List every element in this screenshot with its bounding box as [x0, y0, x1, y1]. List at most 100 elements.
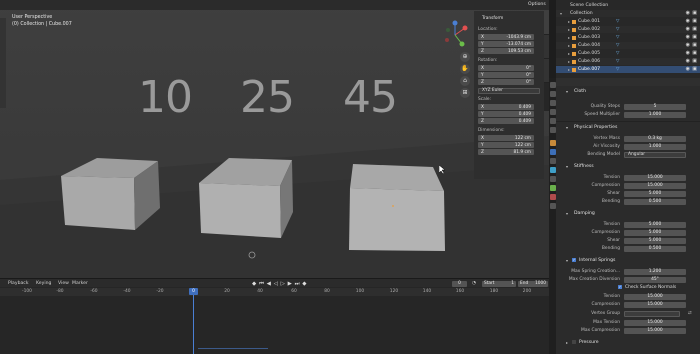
render-camera-icon[interactable]: ▣ [692, 34, 697, 40]
tab-tool[interactable] [544, 35, 549, 59]
ruler-tick: 100 [355, 289, 365, 294]
mesh-data-icon: ▽ [616, 50, 620, 56]
start-frame-field[interactable]: Start 1 [482, 280, 516, 287]
pan-hand-icon[interactable]: ✋ [460, 64, 470, 74]
render-camera-icon[interactable]: ▣ [692, 18, 697, 24]
render-camera-icon[interactable]: ▣ [692, 58, 697, 64]
bending-model-select[interactable]: Angular [624, 151, 686, 158]
rotation-mode-select[interactable]: XYZ Euler [478, 88, 540, 94]
visibility-eye-icon[interactable]: ◉ [686, 26, 690, 32]
visibility-eye-icon[interactable]: ◉ [686, 50, 690, 56]
render-camera-icon[interactable]: ▣ [692, 42, 697, 48]
location-x-field[interactable]: X -1043.9 cm [478, 34, 534, 40]
visibility-eye-icon[interactable]: ◉ [686, 34, 690, 40]
visibility-eye-icon[interactable]: ◉ [686, 18, 690, 24]
properties-editor[interactable]: ▾ Cloth Quality Steps 5 Speed Multiplier … [556, 78, 700, 354]
vertex-group-select[interactable] [624, 310, 680, 317]
location-y-field[interactable]: Y -13.074 cm [478, 41, 534, 47]
outliner-item-cube-007[interactable]: ▸ Cube.007 ▽ ◉ ▣ [556, 66, 700, 73]
outliner-item-cube-001[interactable]: ▸ Cube.001 ▽ ◉ ▣ [556, 18, 700, 25]
air-viscosity-field[interactable]: 1.000 [624, 143, 686, 150]
pressure-checkbox[interactable] [572, 340, 576, 344]
cloth-panel-header[interactable]: ▾ Cloth [560, 88, 696, 95]
outliner-item-cube-006[interactable]: ▸ Cube.006 ▽ ◉ ▣ [556, 58, 700, 65]
stiffness-header[interactable]: ▾ Stiffness [560, 163, 696, 170]
internal-compression-row: Compression 15.000 [556, 301, 700, 308]
outliner[interactable]: Scene Collection ▾ Collection ◉ ▣ ▸ Cube… [556, 0, 700, 78]
damping-compression-field[interactable]: 5.000 [624, 229, 686, 236]
outliner-item-cube-004[interactable]: ▸ Cube.004 ▽ ◉ ▣ [556, 42, 700, 49]
internal-springs-checkbox[interactable]: ✓ [572, 258, 576, 262]
ruler-tick: 40 [257, 289, 263, 294]
damping-tension-field[interactable]: 5.000 [624, 221, 686, 228]
transport-controls[interactable]: ◆ ⏮ ◀ ◁ ▷ ▶ ⏭ ◆ [252, 281, 307, 288]
max-spring-field[interactable]: 1.200 [624, 268, 686, 275]
tab-item[interactable] [544, 11, 549, 35]
pressure-header[interactable]: ▸ Pressure [560, 339, 696, 346]
invert-vertex-group-icon[interactable]: ⇄ [688, 311, 692, 316]
internal-springs-header[interactable]: ▾ ✓ Internal Springs [560, 257, 696, 264]
vertex-mass-field[interactable]: 0.3 kg [624, 135, 686, 142]
check-surface-normals-checkbox[interactable]: ✓ [618, 285, 622, 289]
damping-header[interactable]: ▾ Damping [560, 210, 696, 217]
scale-x-field[interactable]: X 0.409 [478, 104, 534, 110]
keying-menu[interactable]: Keying [36, 281, 51, 286]
internal-compression-field[interactable]: 15.000 [624, 301, 686, 308]
stiffness-tension-field[interactable]: 15.000 [624, 174, 686, 181]
scale-z-field[interactable]: Z 0.409 [478, 118, 534, 124]
dimensions-y-field[interactable]: Y 122 cm [478, 142, 534, 148]
quality-steps-field[interactable]: 5 [624, 103, 686, 110]
3d-viewport[interactable]: Options User Perspective (0) Collection … [0, 0, 549, 278]
outliner-item-cube-003[interactable]: ▸ Cube.003 ▽ ◉ ▣ [556, 34, 700, 41]
visibility-eye-icon[interactable]: ◉ [686, 42, 690, 48]
render-camera-icon[interactable]: ▣ [692, 26, 697, 32]
grid-view-icon[interactable]: ⊞ [460, 88, 470, 98]
marker-menu[interactable]: Marker [72, 281, 88, 286]
end-frame-field[interactable]: End 1000 [518, 280, 548, 287]
dimensions-z-field[interactable]: Z 81.9 cm [478, 149, 534, 155]
rotation-x-field[interactable]: X 0° [478, 65, 534, 71]
scene-collection-row[interactable]: Scene Collection [556, 2, 700, 9]
playback-menu[interactable]: Playback [8, 281, 29, 286]
location-z-field[interactable]: Z 109.53 cm [478, 48, 534, 54]
visibility-eye-icon[interactable]: ◉ [686, 58, 690, 64]
visibility-eye-icon[interactable]: ◉ [686, 66, 690, 72]
max-tension-field[interactable]: 15.000 [624, 319, 686, 326]
rotation-z-field[interactable]: Z 0° [478, 79, 534, 85]
damping-bending-field[interactable]: 0.500 [624, 245, 686, 252]
max-compression-field[interactable]: 15.000 [624, 327, 686, 334]
collection-row[interactable]: ▾ Collection ◉ ▣ [556, 10, 700, 17]
max-creation-diversion-field[interactable]: 45° [624, 276, 686, 283]
render-camera-icon[interactable]: ▣ [692, 10, 697, 16]
damping-shear-field[interactable]: 5.000 [624, 237, 686, 244]
physical-properties-header[interactable]: ▾ Physical Properties [560, 124, 696, 131]
outliner-item-cube-002[interactable]: ▸ Cube.002 ▽ ◉ ▣ [556, 26, 700, 33]
internal-tension-field[interactable]: 15.000 [624, 293, 686, 300]
render-camera-icon[interactable]: ▣ [692, 66, 697, 72]
scale-y-field[interactable]: Y 0.409 [478, 111, 534, 117]
damping-bending-row: Bending 0.500 [556, 245, 700, 252]
vertex-group-row: Vertex Group ⇄ [591, 310, 692, 317]
stiffness-compression-field[interactable]: 15.000 [624, 182, 686, 189]
stiffness-shear-field[interactable]: 5.000 [624, 190, 686, 197]
render-camera-icon[interactable]: ▣ [692, 50, 697, 56]
stiffness-compression-row: Compression 15.000 [556, 182, 700, 189]
mesh-data-icon: ▽ [616, 58, 620, 64]
current-frame-field[interactable]: 0 [452, 280, 467, 287]
outliner-item-cube-005[interactable]: ▸ Cube.005 ▽ ◉ ▣ [556, 50, 700, 57]
speed-multiplier-field[interactable]: 1.000 [624, 111, 686, 118]
rotation-y-field[interactable]: Y 0° [478, 72, 534, 78]
camera-view-icon[interactable]: ⌂ [460, 76, 470, 86]
timeline-editor[interactable]: Playback Keying View Marker ◆ ⏮ ◀ ◁ ▷ ▶ … [0, 278, 549, 354]
playhead-frame[interactable]: 0 [189, 288, 198, 295]
bending-model-row: Bending Model Angular [556, 151, 700, 158]
preview-range-icon[interactable]: ◔ [472, 281, 476, 286]
timeline-ruler[interactable]: -100 -80 -60 -40 -20 0 20 40 60 80 100 1… [0, 288, 549, 296]
view-menu[interactable]: View [58, 281, 69, 286]
ruler-tick: -60 [90, 289, 98, 294]
stiffness-bending-field[interactable]: 0.500 [624, 198, 686, 205]
dimensions-x-field[interactable]: X 122 cm [478, 135, 534, 141]
visibility-eye-icon[interactable]: ◉ [686, 10, 690, 16]
navigation-gizmo[interactable] [440, 20, 470, 50]
zoom-icon[interactable]: ⊕ [460, 52, 470, 62]
